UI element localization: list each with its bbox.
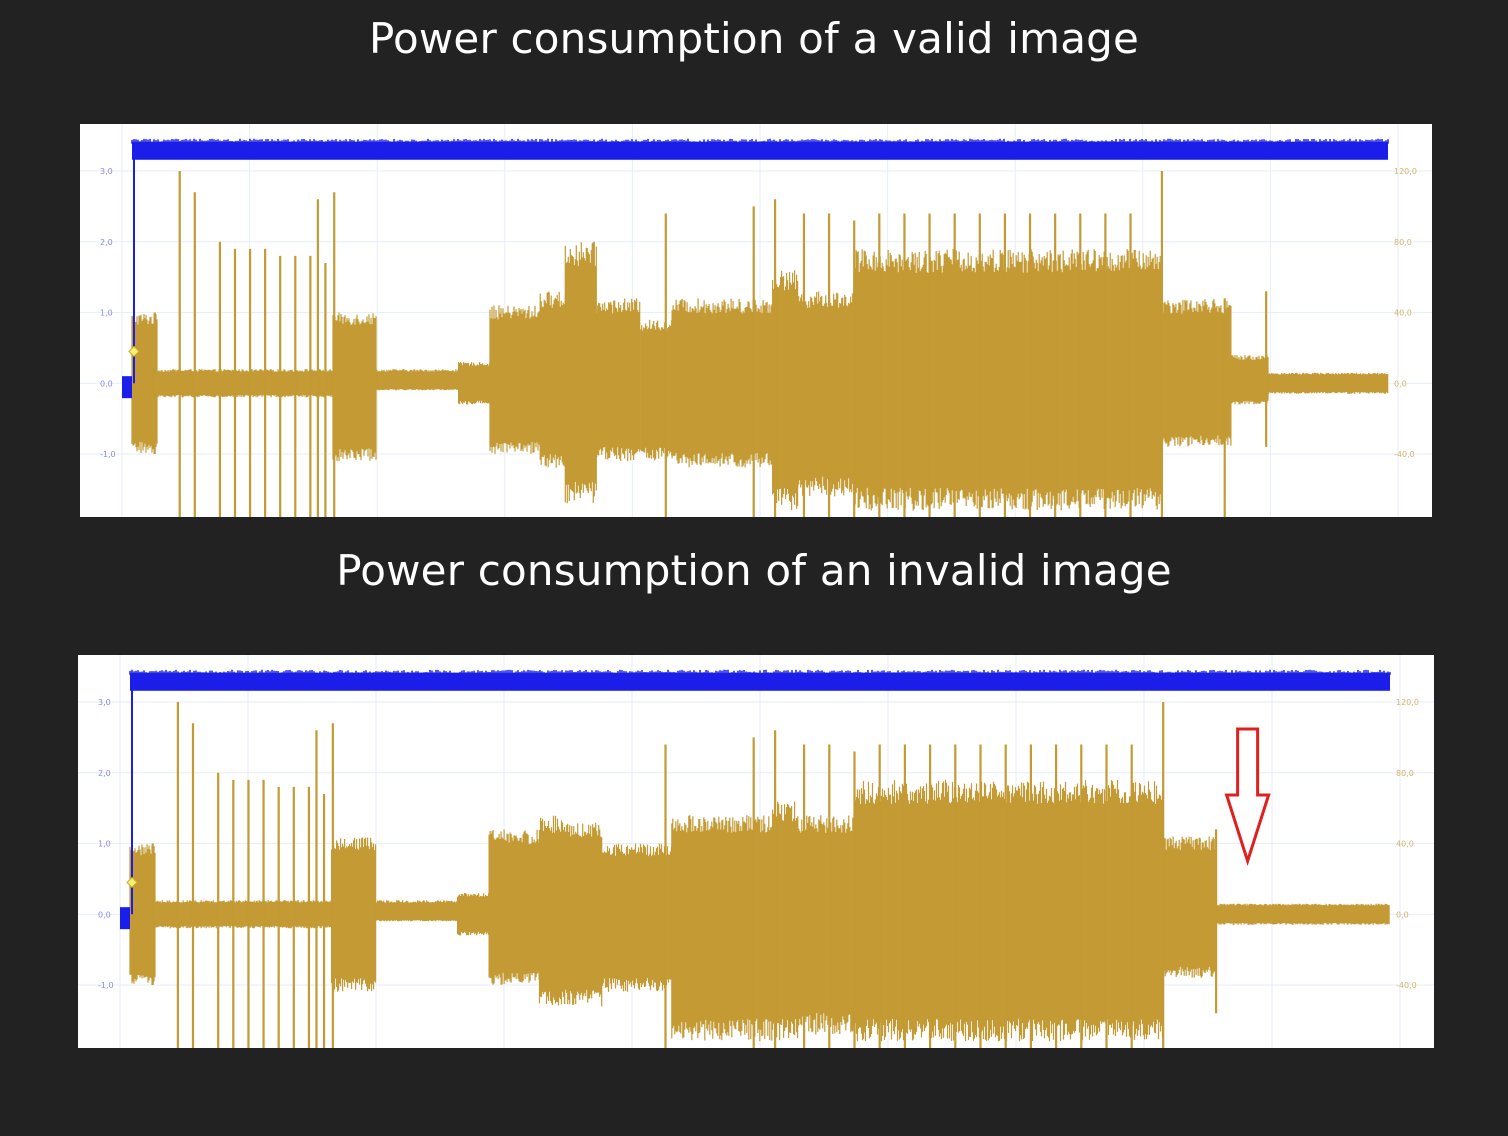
current-segment [772, 801, 799, 1041]
current-segment [1161, 299, 1232, 447]
left-tick-label: 3,0 [98, 698, 111, 707]
right-tick-label: 0,0 [1396, 910, 1409, 919]
left-tick-label: 2,0 [98, 769, 111, 778]
left-tick-label: -1,0 [98, 981, 114, 990]
current-segment [458, 362, 491, 405]
right-tick-label: -40,0 [1394, 450, 1415, 459]
right-tick-label: 0,0 [1394, 379, 1407, 388]
current-segment [853, 779, 1164, 1042]
current-segment [601, 843, 673, 992]
current-segment [538, 815, 566, 1006]
right-tick-label: 120,0 [1394, 167, 1417, 176]
chart-panel-invalid: 3,0 2,0 1,0 0,0 -1,0 120,0 80,0 40,0 0,0 -40,0 [78, 655, 1434, 1048]
chart-title-valid: Power consumption of a valid image [368, 14, 1140, 63]
current-segment [564, 823, 603, 1007]
current-segment [1215, 903, 1390, 925]
current-segment [671, 298, 773, 468]
left-tick-label: 0,0 [100, 379, 113, 388]
current-segment [797, 815, 855, 1035]
current-segment [376, 369, 459, 391]
current-segment [331, 837, 377, 992]
chart-valid-svg: 3,0 2,0 1,0 0,0 -1,0 120,0 80,0 40,0 0,0 -40,0 [80, 124, 1432, 517]
left-tick-label: 3,0 [100, 167, 113, 176]
current-segment [1230, 355, 1269, 405]
current-segment [156, 369, 333, 398]
right-tick-label: -40,0 [1396, 981, 1417, 990]
current-segment [375, 900, 458, 922]
current-segment [332, 312, 377, 462]
current-segment [1268, 372, 1389, 394]
current-segment [564, 241, 597, 504]
current-segment [131, 312, 158, 454]
right-tick-label: 80,0 [1394, 238, 1412, 247]
current-segment [457, 893, 490, 936]
right-tick-label: 40,0 [1396, 840, 1414, 849]
current-segment [596, 298, 641, 461]
chart-invalid-svg: 3,0 2,0 1,0 0,0 -1,0 120,0 80,0 40,0 0,0 -40,0 [78, 655, 1434, 1048]
chart-panel-valid: 3,0 2,0 1,0 0,0 -1,0 120,0 80,0 40,0 0,0 -40,0 [80, 124, 1432, 517]
current-segment [853, 249, 1162, 511]
current-segment [640, 319, 673, 461]
current-segment [671, 815, 773, 1042]
left-tick-label: 1,0 [98, 840, 111, 849]
current-segment [797, 291, 855, 497]
left-tick-label: 0,0 [98, 910, 111, 919]
left-tick-label: -1,0 [100, 450, 116, 459]
chart-title-invalid: Power consumption of an invalid image [336, 546, 1172, 595]
right-tick-label: 120,0 [1396, 698, 1419, 707]
current-segment [1162, 836, 1216, 978]
right-tick-label: 40,0 [1394, 309, 1412, 318]
current-segment [488, 829, 540, 985]
left-tick-label: 1,0 [100, 309, 113, 318]
current-segment [154, 900, 332, 929]
right-tick-label: 80,0 [1396, 769, 1414, 778]
current-segment [539, 291, 566, 468]
left-tick-label: 2,0 [100, 238, 113, 247]
current-segment [129, 844, 156, 985]
annotation-arrow-down [1224, 727, 1271, 866]
current-segment [489, 305, 541, 454]
current-segment [772, 270, 799, 511]
